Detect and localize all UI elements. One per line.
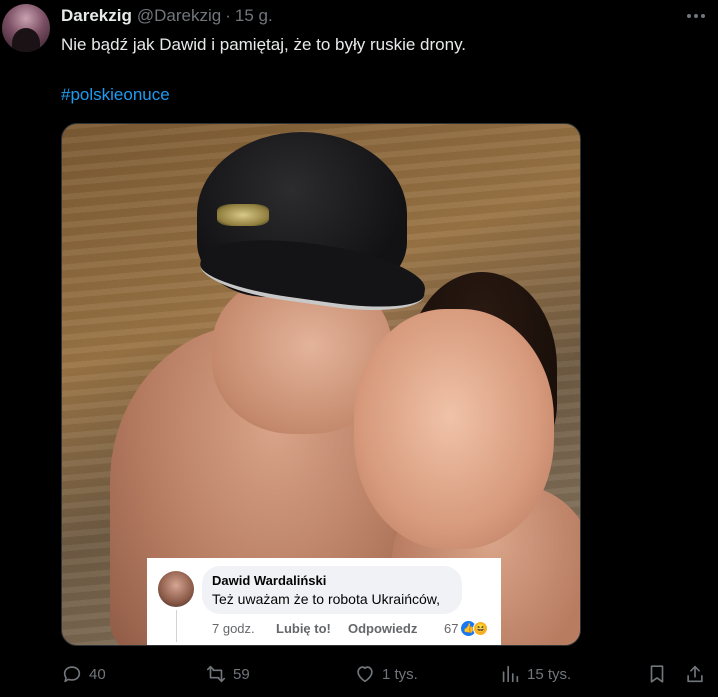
photo-woman-face <box>354 309 554 549</box>
comment-thread-line <box>176 610 177 642</box>
reply-icon <box>63 666 81 683</box>
views-button[interactable]: 15 tys. <box>499 663 571 685</box>
views-count: 15 tys. <box>527 665 572 683</box>
tweet-text: Nie bądź jak Dawid i pamiętaj, że to był… <box>61 35 467 54</box>
tweet-media-photo[interactable]: Dawid Wardaliński Też uważam że to robot… <box>61 123 581 646</box>
comment-reply-label: Odpowiedz <box>348 621 418 636</box>
author-handle[interactable]: @Darekzig <box>137 6 221 26</box>
tweet-action-bar: 40 59 1 tys. 15 tys. <box>0 660 718 690</box>
comment-actions: 7 godz. Lubię to! Odpowiedz 67 👍 😆 <box>212 621 489 636</box>
embedded-facebook-comment: Dawid Wardaliński Też uważam że to robot… <box>147 558 501 645</box>
share-button[interactable] <box>684 663 706 685</box>
comment-time: 7 godz. <box>212 621 255 636</box>
share-icon <box>687 665 703 683</box>
photo-cap-logo <box>217 204 269 226</box>
comment-like-label: Lubię to! <box>276 621 331 636</box>
bookmark-icon <box>650 665 664 683</box>
bookmark-button[interactable] <box>646 663 668 685</box>
reply-count: 40 <box>89 665 106 683</box>
heart-icon <box>357 666 373 683</box>
hashtag-link[interactable]: #polskieonuce <box>61 84 170 106</box>
comment-author-avatar <box>158 571 194 607</box>
comment-reactions: 👍 😆 <box>461 621 489 636</box>
comment-text: Też uważam że to robota Ukraińców, <box>212 591 440 607</box>
author-avatar[interactable] <box>2 4 50 52</box>
comment-bubble: Dawid Wardaliński Też uważam że to robot… <box>202 566 462 614</box>
tweet-header: Darekzig @Darekzig · 15 g. <box>61 6 273 28</box>
comment-reaction-count: 67 <box>444 621 459 636</box>
like-button[interactable]: 1 tys. <box>354 663 418 685</box>
author-name[interactable]: Darekzig <box>61 6 132 26</box>
tweet-timestamp[interactable]: 15 g. <box>235 6 273 26</box>
views-chart-icon <box>502 665 519 683</box>
repost-button[interactable]: 59 <box>205 663 250 685</box>
repost-icon <box>206 665 226 683</box>
like-count: 1 tys. <box>382 665 418 683</box>
header-separator: · <box>225 6 231 25</box>
laugh-reaction-icon: 😆 <box>473 621 489 636</box>
comment-author: Dawid Wardaliński <box>212 573 327 588</box>
more-horizontal-icon[interactable] <box>684 6 708 26</box>
reply-button[interactable]: 40 <box>61 663 106 685</box>
repost-count: 59 <box>233 665 250 683</box>
